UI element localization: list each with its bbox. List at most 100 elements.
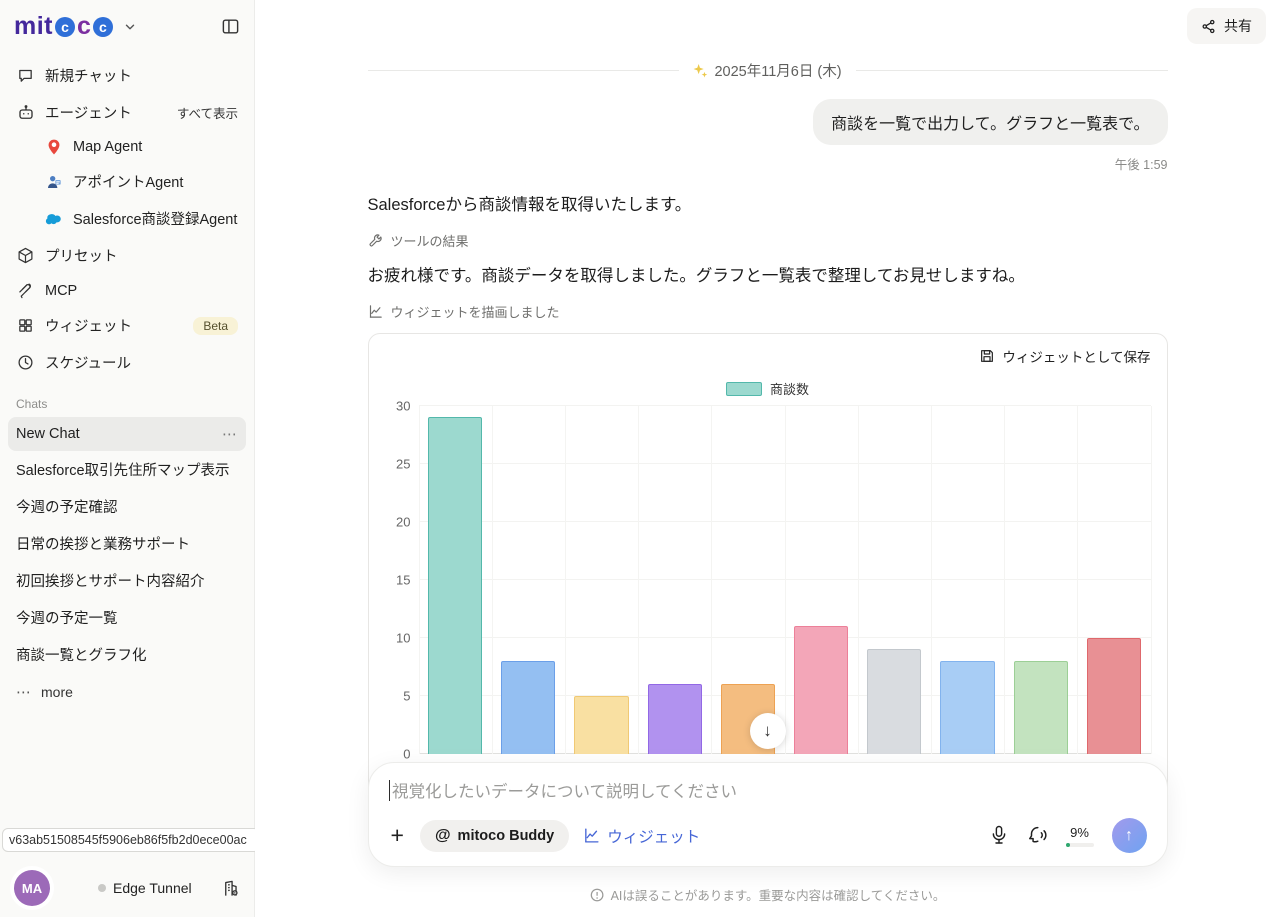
more-chats-button[interactable]: ⋯ more	[0, 673, 254, 711]
mitoco-logo[interactable]: mit c c c	[14, 12, 137, 41]
chat-bubble-icon	[16, 67, 35, 84]
arrow-down-icon: ↓	[763, 721, 772, 741]
map-pin-icon	[44, 139, 63, 155]
chat-title: 初回挨拶とサポート内容紹介	[16, 570, 205, 591]
sidebar-item-label: MCP	[45, 283, 77, 299]
sidebar-footer: MA Edge Tunnel	[0, 859, 254, 917]
chat-title: 日常の挨拶と業務サポート	[16, 533, 190, 554]
bar-slot	[858, 406, 931, 754]
chat-options-icon[interactable]: ⋯	[222, 425, 238, 443]
chat-list-item[interactable]: 日常の挨拶と業務サポート	[8, 525, 246, 562]
bar-slot	[565, 406, 638, 754]
widget-mode-button[interactable]: ウィジェット	[583, 825, 700, 847]
bar-slot	[1077, 406, 1150, 754]
divider-line	[856, 70, 1168, 71]
chat-list-item[interactable]: 今週の予定一覧	[8, 599, 246, 636]
sidebar-item-appoint-agent[interactable]: アポイントAgent	[10, 163, 244, 200]
chat-list-item[interactable]: 今週の予定確認	[8, 488, 246, 525]
bar-提案	[794, 626, 848, 754]
chat-list-item[interactable]: Salesforce取引先住所マップ表示	[8, 451, 246, 488]
agent-label: アポイントAgent	[73, 171, 183, 192]
sidebar-item-label: ウィジェット	[45, 315, 132, 336]
info-icon	[590, 888, 604, 902]
show-all-agents-link[interactable]: すべて表示	[177, 103, 238, 122]
chat-list-item[interactable]: New Chat ⋯	[8, 417, 246, 451]
text-caret	[389, 780, 391, 801]
chevron-down-icon[interactable]	[123, 20, 137, 34]
agent-label: Salesforce商談登録Agent	[73, 208, 237, 229]
ai-disclaimer: AIは誤ることがあります。重要な内容は確認してください。	[590, 885, 946, 904]
ellipsis-icon: ⋯	[16, 683, 31, 701]
sidebar-item-presets[interactable]: プリセット	[10, 237, 244, 274]
widget-mode-label: ウィジェット	[607, 825, 700, 847]
widget-grid-icon	[16, 317, 35, 334]
usage-percent: 9%	[1070, 825, 1089, 840]
chart-plot	[419, 406, 1151, 754]
sidebar-item-agents[interactable]: エージェント すべて表示	[10, 94, 244, 131]
sidebar-nav: 新規チャット エージェント すべて表示 Map Agent アポイントAg	[0, 49, 254, 381]
sidebar-item-label: 新規チャット	[45, 65, 132, 86]
user-message-bubble: 商談を一覧で出力して。グラフと一覧表で。	[813, 99, 1167, 145]
chart-legend[interactable]: 商談数	[385, 380, 1151, 398]
chat-list-item[interactable]: 商談一覧とグラフ化	[8, 636, 246, 673]
send-button[interactable]: ↑	[1112, 818, 1147, 853]
assistant-message: Salesforceから商談情報を取得いたします。	[368, 193, 1168, 218]
agent-label: Map Agent	[73, 139, 142, 155]
more-label: more	[41, 684, 73, 700]
message-timestamp: 午後 1:59	[1115, 154, 1168, 173]
y-tick-label: 30	[396, 398, 410, 413]
bar-評価	[940, 661, 994, 754]
y-tick-label: 0	[403, 746, 410, 761]
scroll-to-bottom-button[interactable]: ↓	[750, 713, 786, 749]
sidebar-item-widgets[interactable]: ウィジェット Beta	[10, 307, 244, 344]
sidebar-item-salesforce-agent[interactable]: Salesforce商談登録Agent	[10, 200, 244, 237]
save-widget-button[interactable]: ウィジェットとして保存	[979, 346, 1150, 366]
divider-line	[368, 70, 680, 71]
beta-badge: Beta	[193, 317, 238, 335]
sidebar-collapse-icon[interactable]	[221, 17, 240, 36]
chart-line-icon	[368, 304, 383, 319]
chart-y-axis: 051015202530	[385, 406, 419, 754]
usage-indicator: 9%	[1066, 825, 1094, 847]
mention-label: mitoco Buddy	[458, 828, 555, 844]
app-window: mit c c c 新規チャット	[0, 0, 1280, 917]
composer: 視覚化したいデータについて説明してください + @ mitoco Buddy ウ…	[368, 762, 1168, 867]
edge-tunnel-status: Edge Tunnel	[98, 880, 192, 896]
widget-drawn-label: ウィジェットを描画しました	[391, 302, 560, 321]
session-token-field: v63ab51508545f5906eb86f5fb2d0ece00ac	[2, 828, 260, 852]
sidebar-item-label: スケジュール	[45, 352, 131, 373]
sidebar-item-map-agent[interactable]: Map Agent	[10, 131, 244, 163]
bar-受注	[428, 417, 482, 753]
sidebar-item-label: エージェント	[45, 102, 132, 123]
robot-icon	[16, 104, 35, 122]
composer-input[interactable]: 視覚化したいデータについて説明してください	[389, 778, 1147, 802]
voice-mode-icon[interactable]	[1026, 825, 1048, 846]
chat-title: New Chat	[16, 426, 80, 442]
chat-list: New Chat ⋯ Salesforce取引先住所マップ表示 今週の予定確認 …	[0, 417, 254, 711]
share-button[interactable]: 共有	[1187, 8, 1266, 44]
chats-section-label: Chats	[0, 381, 254, 417]
y-tick-label: 25	[396, 456, 410, 471]
microphone-icon[interactable]	[990, 825, 1008, 846]
chat-title: 今週の予定確認	[16, 496, 118, 517]
sidebar-item-new-chat[interactable]: 新規チャット	[10, 57, 244, 94]
widget-drawn-row[interactable]: ウィジェットを描画しました	[368, 302, 1168, 321]
org-settings-icon[interactable]	[221, 879, 240, 898]
wrench-icon	[368, 233, 383, 248]
attach-button[interactable]: +	[389, 824, 406, 847]
conversation-column: 2025年11月6日 (木) 商談を一覧で出力して。グラフと一覧表で。 午後 1…	[368, 0, 1168, 803]
logo-o-icon: c	[93, 17, 113, 37]
bar-series	[419, 406, 1151, 754]
user-avatar[interactable]: MA	[14, 870, 50, 906]
composer-toolbar: + @ mitoco Buddy ウィジェット	[389, 818, 1147, 853]
sidebar-item-mcp[interactable]: MCP	[10, 274, 244, 307]
bar-ロスト	[1087, 638, 1141, 754]
tool-result-toggle[interactable]: ツールの結果	[368, 231, 1168, 250]
mention-chip[interactable]: @ mitoco Buddy	[420, 820, 569, 852]
bar-slot	[419, 406, 492, 754]
bar-提案書の作成	[648, 684, 702, 754]
y-tick-label: 5	[403, 688, 410, 703]
chat-list-item[interactable]: 初回挨拶とサポート内容紹介	[8, 562, 246, 599]
sidebar-item-schedule[interactable]: スケジュール	[10, 344, 244, 381]
chat-main: 共有 2025年11月6日 (木) 商談を一覧で出力して。グラフと一覧表で。 午…	[255, 0, 1280, 917]
